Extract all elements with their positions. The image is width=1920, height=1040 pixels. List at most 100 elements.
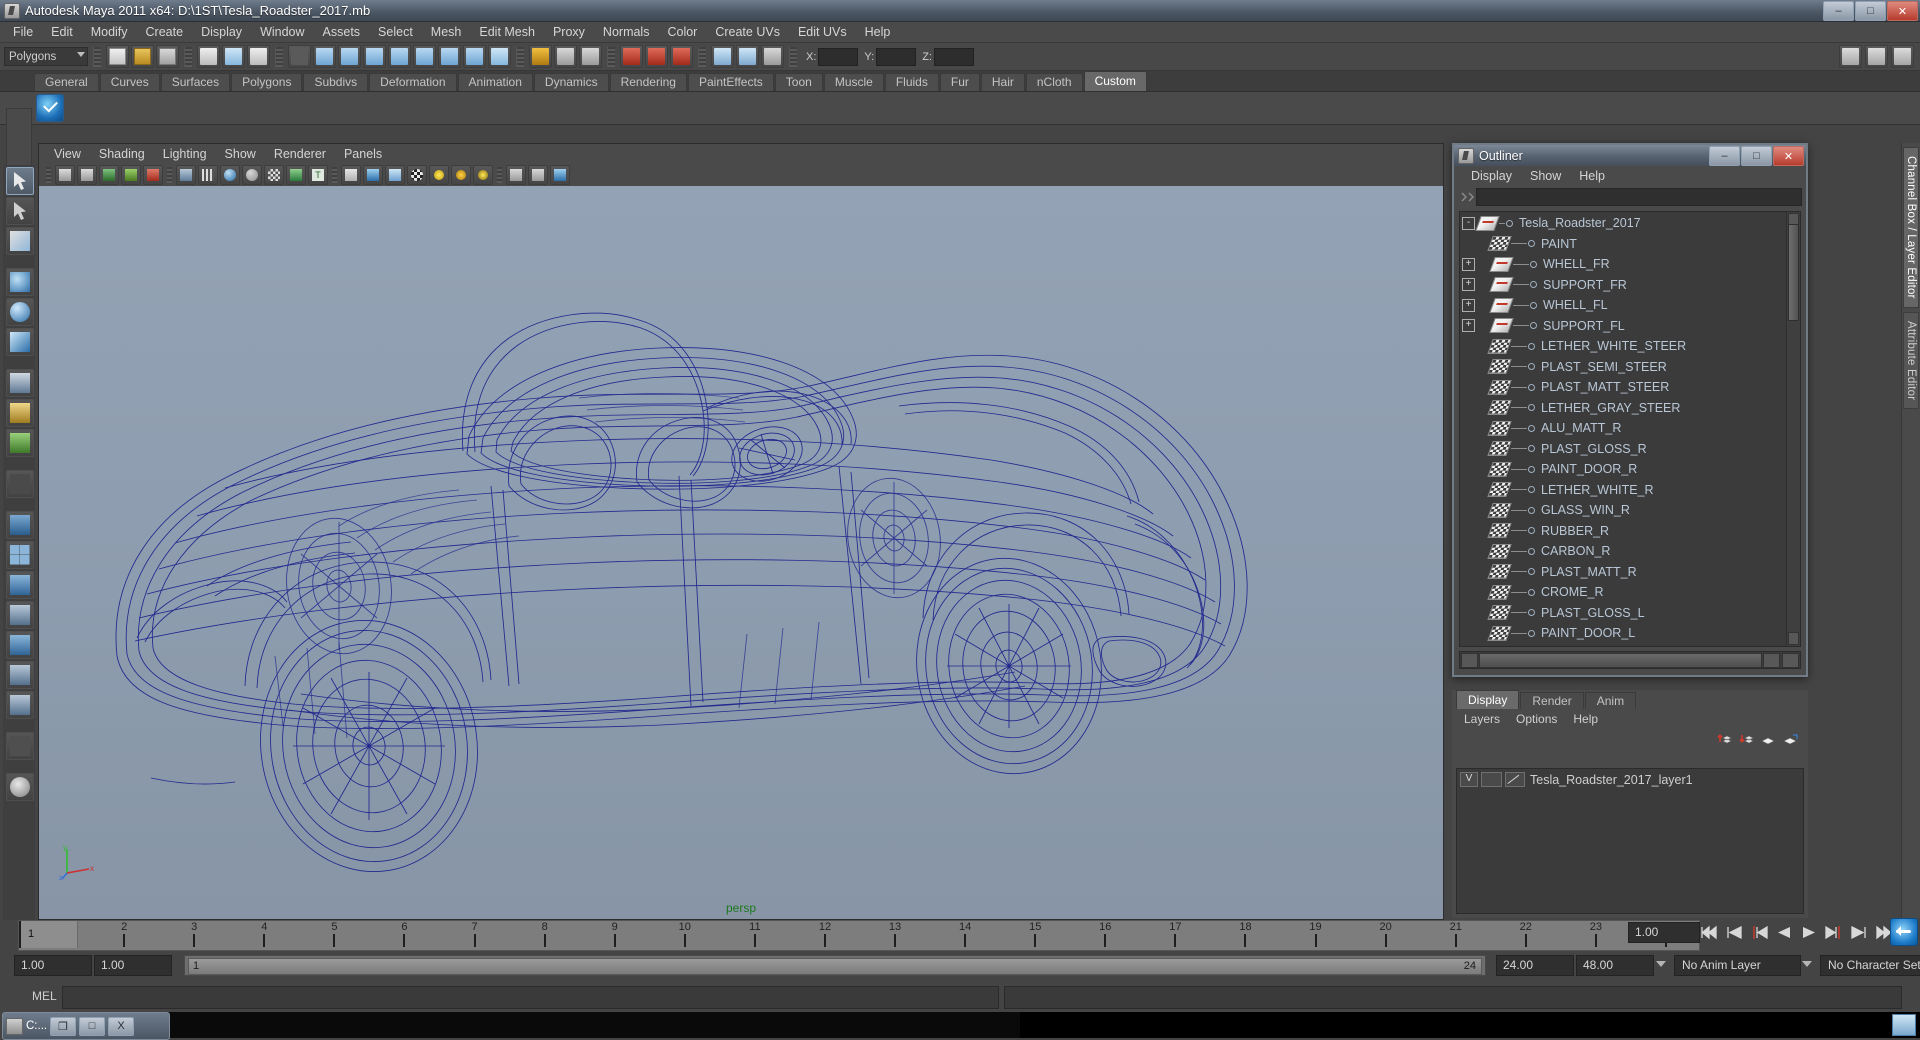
viewport-canvas[interactable]: persp y x z xyxy=(39,186,1443,919)
layer-shading-toggle[interactable] xyxy=(1505,772,1525,787)
dock-tab-channel-box-layer-editor[interactable]: Channel Box / Layer Editor xyxy=(1903,147,1919,308)
mask-points-button[interactable] xyxy=(313,45,336,68)
maximize-button[interactable]: □ xyxy=(1855,1,1886,21)
outliner-item[interactable]: + WHELL_FR xyxy=(1460,254,1786,275)
mask-lines-button[interactable] xyxy=(338,45,361,68)
expand-icon[interactable]: + xyxy=(1462,319,1475,333)
menu-item-display[interactable]: Display xyxy=(192,24,251,40)
resolution-gate-icon[interactable] xyxy=(220,165,240,185)
shelf-tab-ncloth[interactable]: nCloth xyxy=(1025,73,1083,91)
layer-menu-layers[interactable]: Layers xyxy=(1456,711,1508,727)
scale-tool-icon[interactable] xyxy=(6,328,34,356)
node-handle-icon[interactable] xyxy=(1528,363,1535,371)
node-handle-icon[interactable] xyxy=(1528,609,1535,617)
node-handle-icon[interactable] xyxy=(1528,588,1535,596)
mask-pivots-button[interactable] xyxy=(413,45,436,68)
node-handle-icon[interactable] xyxy=(1528,342,1535,350)
magnet-snap-button[interactable] xyxy=(620,45,643,68)
menu-item-modify[interactable]: Modify xyxy=(82,24,137,40)
go-to-start-icon[interactable] xyxy=(1700,925,1718,940)
new-layer-from-selected-icon[interactable] xyxy=(1783,733,1798,746)
outliner-item[interactable]: CARBON_R xyxy=(1460,541,1786,562)
node-handle-icon[interactable] xyxy=(1530,281,1537,289)
text-overlay-icon[interactable]: T xyxy=(308,165,328,185)
outliner-item[interactable]: + WHELL_FL xyxy=(1460,295,1786,316)
time-slider[interactable]: 123456789101112131415161718192021222324 … xyxy=(18,920,1700,951)
menu-item-proxy[interactable]: Proxy xyxy=(544,24,594,40)
viewport-menu-renderer[interactable]: Renderer xyxy=(265,146,335,162)
shelf-tab-fluids[interactable]: Fluids xyxy=(884,73,939,91)
image-plane-icon[interactable] xyxy=(121,165,141,185)
shelf-tab-animation[interactable]: Animation xyxy=(457,73,533,91)
outliner-item[interactable]: CROME_R xyxy=(1460,582,1786,603)
viewport-menu-panels[interactable]: Panels xyxy=(335,146,391,162)
rotate-tool-icon[interactable] xyxy=(6,298,34,326)
outliner-menu-show[interactable]: Show xyxy=(1521,168,1570,184)
render-current-frame-button[interactable] xyxy=(711,45,734,68)
command-language-label[interactable]: MEL xyxy=(32,989,57,1003)
quick-layout-hypergraph-icon[interactable] xyxy=(6,661,34,689)
menu-item-normals[interactable]: Normals xyxy=(594,24,659,40)
select-by-hierarchy-button[interactable] xyxy=(197,45,220,68)
input-field-x[interactable] xyxy=(818,47,859,66)
expand-icon[interactable]: + xyxy=(1462,257,1475,271)
mask-faces-button[interactable] xyxy=(363,45,386,68)
node-handle-icon[interactable] xyxy=(1528,445,1535,453)
move-layer-up-icon[interactable] xyxy=(1717,733,1732,746)
step-back-key-icon[interactable] xyxy=(1750,925,1768,940)
chevron-down-icon-2[interactable] xyxy=(1802,961,1812,967)
scroll-right-arrow-icon[interactable] xyxy=(1763,652,1780,668)
viewport-menu-lighting[interactable]: Lighting xyxy=(154,146,216,162)
outliner-item[interactable]: GLASS_WIN_R xyxy=(1460,500,1786,521)
node-handle-icon[interactable] xyxy=(1528,547,1535,555)
lasso-tool-icon[interactable] xyxy=(6,197,34,225)
outliner-item[interactable]: LETHER_GRAY_STEER xyxy=(1460,398,1786,419)
shelf-tab-curves[interactable]: Curves xyxy=(99,73,160,91)
new-scene-button[interactable] xyxy=(106,45,129,68)
scroll-right-arrow-icon-2[interactable] xyxy=(1782,652,1799,668)
toggle-tool-settings-button[interactable] xyxy=(1865,45,1888,68)
node-handle-icon[interactable] xyxy=(1528,629,1535,637)
snap-to-curve-button[interactable] xyxy=(554,45,577,68)
input-field-y[interactable] xyxy=(876,47,917,66)
paint-effects-globals-icon[interactable] xyxy=(6,773,34,801)
magnet-snap-view-button[interactable] xyxy=(670,45,693,68)
two-d-pan-zoom-icon[interactable] xyxy=(143,165,163,185)
soft-modification-tool-icon[interactable] xyxy=(6,399,34,427)
shelf-tab-custom[interactable]: Custom xyxy=(1083,71,1147,91)
menu-item-file[interactable]: File xyxy=(4,24,42,40)
quick-layout-outliner-persp-icon[interactable] xyxy=(6,571,34,599)
shelf-tab-surfaces[interactable]: Surfaces xyxy=(160,73,231,91)
outliner-item[interactable]: PLAST_MATT_R xyxy=(1460,562,1786,583)
step-forward-frame-icon[interactable] xyxy=(1850,925,1868,940)
outliner-filter-arrows-icon[interactable] xyxy=(1460,190,1476,204)
node-handle-icon[interactable] xyxy=(1528,424,1535,432)
outliner-vertical-scrollbar[interactable] xyxy=(1786,212,1800,646)
menu-item-create-uvs[interactable]: Create UVs xyxy=(706,24,789,40)
node-handle-icon[interactable] xyxy=(1506,219,1513,227)
wireframe-shading-icon[interactable] xyxy=(341,165,361,185)
minimize-button[interactable]: – xyxy=(1823,1,1854,21)
animation-end-time-field[interactable]: 48.00 xyxy=(1576,955,1654,976)
mask-handles-button[interactable] xyxy=(438,45,461,68)
node-handle-icon[interactable] xyxy=(1530,301,1537,309)
select-by-component-button[interactable] xyxy=(247,45,270,68)
node-handle-icon[interactable] xyxy=(1528,568,1535,576)
select-camera-icon[interactable] xyxy=(55,165,75,185)
range-slider-track[interactable]: 1 24 xyxy=(184,955,1486,976)
outliner-item[interactable]: - Tesla_Roadster_2017 xyxy=(1460,213,1786,234)
playback-settings-icon[interactable] xyxy=(1890,918,1918,946)
layer-editor-tab-render[interactable]: Render xyxy=(1520,692,1584,709)
menu-set-selector[interactable]: Polygons xyxy=(4,47,88,66)
outliner-item[interactable]: PAINT_DOOR_L xyxy=(1460,623,1786,644)
shelf-tab-muscle[interactable]: Muscle xyxy=(823,73,884,91)
menu-item-assets[interactable]: Assets xyxy=(314,24,370,40)
quick-layout-persp-graph-icon[interactable] xyxy=(6,631,34,659)
node-handle-icon[interactable] xyxy=(1528,465,1535,473)
textured-shading-icon[interactable] xyxy=(407,165,427,185)
outliner-menu-help[interactable]: Help xyxy=(1570,168,1614,184)
outliner-minimize-button[interactable]: – xyxy=(1709,146,1740,166)
current-time-indicator[interactable]: 1 xyxy=(19,921,78,948)
command-window-taskbar-item[interactable]: C:... ❐ □ X xyxy=(2,1012,170,1040)
range-end-time-field[interactable]: 24.00 xyxy=(1496,955,1574,976)
